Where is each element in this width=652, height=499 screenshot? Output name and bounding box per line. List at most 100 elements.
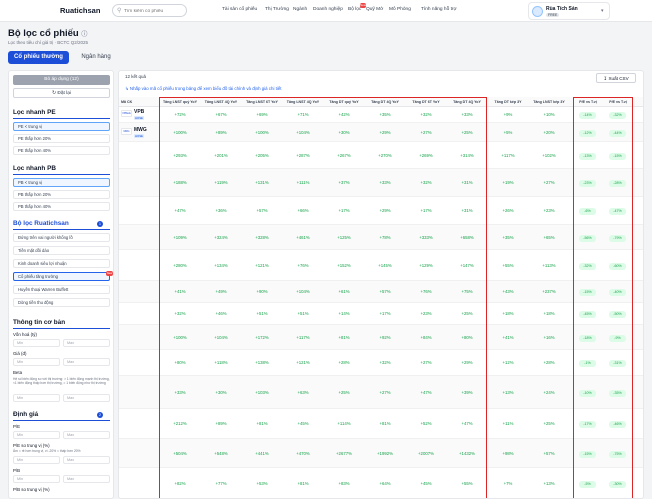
table-cell: +23% [543,208,555,213]
rts-option-buffett[interactable]: Huyền thoại Warren Buffett [13,285,110,294]
price-min-input[interactable]: Min [13,358,60,366]
pb-option-20[interactable]: PB thấp hơn 20% [13,190,110,199]
table-cell: +55% [502,263,514,268]
rts-option-passive[interactable]: Dòng tiền thu động [13,298,110,307]
column-header[interactable]: Tăng LNST kép 3Y [529,97,569,107]
basic-info-section-title[interactable]: Thông tin cơ bản [13,319,65,326]
table-cell: +13% [543,481,555,486]
table-cell: +18% [502,311,514,316]
market-cap-min-input[interactable]: Min [13,339,60,347]
table-hint: ↳ Nhấp vào mã cổ phiếu trong bảng để xem… [125,86,282,91]
page-title: Bộ lọc cổ phiếu ⓘ [8,28,88,39]
highlight-box-pe-columns [573,97,633,498]
divider [13,174,110,175]
nav-thi-truong[interactable]: Thị Trường [265,7,289,12]
pointer-icon: ↳ [125,86,129,91]
divider [13,328,110,329]
section-count-badge: 2 [97,412,103,418]
divider [13,229,110,230]
highlight-box-growth-columns [159,97,487,498]
pe-label: P/E [13,424,21,429]
table-cell: +11% [502,421,514,426]
reset-button[interactable]: ↻ Đặt lại [13,88,110,98]
nav-bo-loc[interactable]: Bộ lọc [348,7,361,12]
nav-quy-mo[interactable]: Quỹ Mở [366,7,383,12]
rts-option-giant[interactable]: Đứng trên vai người khổng lồ [13,233,110,242]
table-cell: +28% [543,360,555,365]
pe-median-max-input[interactable]: Max [63,456,110,464]
table-cell: +12% [502,360,514,365]
top-navigation-bar: Ruatichsan ⚲ Tài sản cổ phiếu Thị Trường… [0,0,652,22]
valuation-section-title[interactable]: Định giá [13,411,38,418]
table-cell: +102% [542,153,556,158]
pb-quick-section-title[interactable]: Lọc nhanh PB [13,165,56,172]
pb-max-input[interactable]: Max [63,475,110,483]
pe-max-input[interactable]: Max [63,431,110,439]
pe-median-note: Âm = rẻ hơn trung vị, ví -20% = thấp hơn… [13,449,81,453]
pb-label: P/B [13,468,21,473]
search-box[interactable]: ⚲ [112,4,187,17]
column-header[interactable]: Tăng DT kép 3Y [488,97,528,107]
tab-co-phieu-thuong[interactable]: Cổ phiếu thường [8,51,69,64]
pe-option-40[interactable]: PE thấp hơn 40% [13,146,110,155]
table-cell: +35% [502,235,514,240]
table-cell: +26% [502,208,514,213]
table-cell: +9% [503,112,513,117]
market-cap-max-input[interactable]: Max [63,339,110,347]
pe-quick-section-title[interactable]: Lọc nhanh PE [13,109,56,116]
ticker-symbol[interactable]: MWG [134,127,147,133]
pe-min-input[interactable]: Min [13,431,60,439]
beta-min-input[interactable]: Min [13,394,60,402]
table-cell: +16% [543,335,555,340]
exchange-badge: HOSE [134,134,144,138]
price-max-input[interactable]: Max [63,358,110,366]
pb-option-median[interactable]: PB < trung vị [13,178,110,187]
site-logo[interactable]: Ruatichsan [60,6,100,15]
search-icon: ⚲ [117,8,122,14]
pb-option-40[interactable]: PB thấp hơn 40% [13,202,110,211]
company-logo: MWG [121,128,132,135]
price-label: Giá (đ) [13,351,27,356]
rts-option-profit[interactable]: Kinh doanh siêu lợi nhuận [13,259,110,268]
info-icon: ⓘ [81,32,88,38]
ruatichsan-filter-section-title[interactable]: Bộ lọc Ruatichsan [13,220,69,227]
divider [13,118,110,119]
plan-badge: FREE [546,13,560,17]
ticker-symbol[interactable]: VPB [134,109,144,115]
table-cell: +237% [542,289,556,294]
table-cell: +113% [542,263,556,268]
rts-option-cash[interactable]: Tiền mặt dồi dào [13,246,110,255]
nav-mo-phong[interactable]: Mô Phỏng [389,7,411,12]
table-cell: +20% [543,130,555,135]
pb-median-label: P/B so trung vị (%) [13,487,50,492]
chevron-down-icon: ▾ [601,8,604,14]
table-cell: +7% [503,481,513,486]
table-cell: +117% [501,153,515,158]
result-count: 12 kết quả [125,74,147,79]
divider [13,420,110,421]
download-icon: ↧ [603,76,608,81]
pe-median-min-input[interactable]: Min [13,456,60,464]
pb-min-input[interactable]: Min [13,475,60,483]
table-cell: +65% [543,235,555,240]
pe-option-median[interactable]: PE < trung vị [13,122,110,131]
search-input[interactable] [124,6,184,16]
beta-max-input[interactable]: Max [63,394,110,402]
user-name: Rùa Tích Sản [546,6,578,12]
table-cell: +41% [502,335,514,340]
nav-nganh[interactable]: Ngành [293,7,307,12]
clear-filters-button[interactable]: Bỏ áp dụng (12) [13,75,110,85]
export-csv-button[interactable]: ↧ Xuất CSV [596,73,636,83]
tab-ngan-hang[interactable]: Ngân hàng [72,51,120,64]
user-menu[interactable]: Rùa Tích Sản FREE ▾ [528,2,610,20]
page-subtitle: Lọc theo tiêu chí giá trị · BCTC Q2/2025 [8,40,89,45]
nav-tinh-nang[interactable]: Tính năng hỗ trợ [421,7,457,12]
results-panel: 12 kết quả ↧ Xuất CSV ↳ Nhấp vào mã cổ p… [118,70,644,499]
nav-doanh-nghiep[interactable]: Doanh nghiệp [313,7,343,12]
nav-tai-san[interactable]: Tài sản cổ phiếu [222,7,257,12]
table-cell: +27% [543,180,555,185]
column-header-ticker[interactable]: Mã CK [121,97,157,107]
table-cell: +43% [502,289,514,294]
rts-option-growth[interactable]: Cổ phiếu tăng trưởng [13,272,110,281]
pe-option-20[interactable]: PE thấp hơn 20% [13,134,110,143]
